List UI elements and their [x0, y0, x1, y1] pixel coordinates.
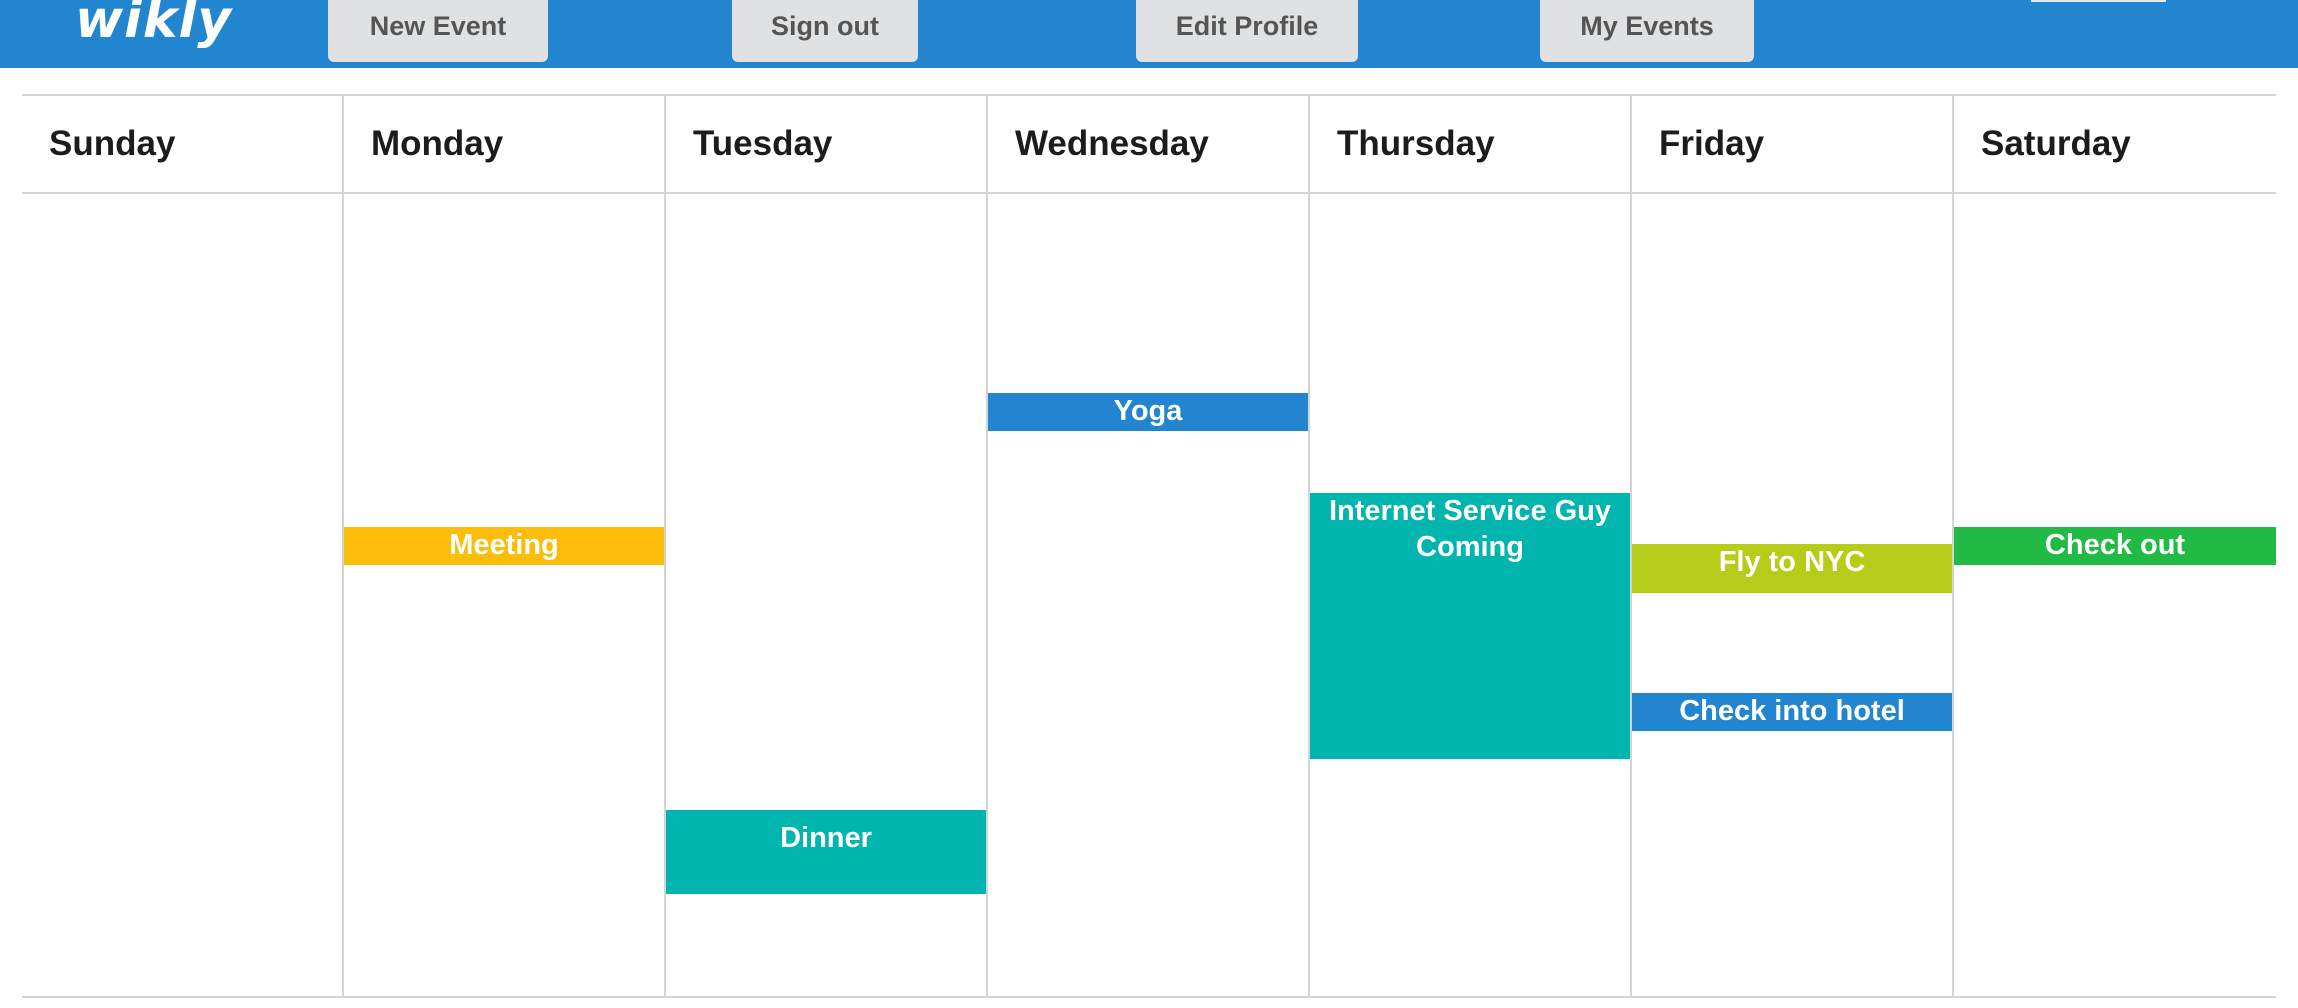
edit-profile-button[interactable]: Edit Profile: [1136, 0, 1358, 62]
day-header-friday: Friday: [1659, 124, 1765, 163]
sign-out-button[interactable]: Sign out: [732, 0, 918, 62]
day-header-sunday: Sunday: [49, 124, 176, 163]
day-header-row: Sunday Monday Tuesday Wednesday Thursday…: [22, 96, 2276, 194]
event-check-into-hotel[interactable]: Check into hotel: [1632, 693, 1952, 731]
top-nav-bar: wikly New Event Sign out Edit Profile My…: [0, 0, 2298, 68]
day-header-tuesday: Tuesday: [693, 124, 833, 163]
app-logo[interactable]: wikly: [75, 0, 232, 52]
day-header-saturday: Saturday: [1981, 124, 2131, 163]
day-header-thursday: Thursday: [1337, 124, 1495, 163]
event-dinner[interactable]: Dinner: [666, 810, 986, 894]
event-internet-service[interactable]: Internet Service Guy Coming: [1310, 493, 1630, 759]
event-check-out[interactable]: Check out: [1954, 527, 2276, 565]
nav-edge-mark: [2031, 0, 2166, 2]
column-divider: [986, 96, 988, 996]
day-header-wednesday: Wednesday: [1015, 124, 1209, 163]
my-events-button[interactable]: My Events: [1540, 0, 1754, 62]
day-header-monday: Monday: [371, 124, 504, 163]
event-meeting[interactable]: Meeting: [344, 527, 664, 565]
new-event-button[interactable]: New Event: [328, 0, 548, 62]
event-yoga[interactable]: Yoga: [988, 393, 1308, 431]
week-calendar: Sunday Monday Tuesday Wednesday Thursday…: [22, 94, 2276, 998]
event-fly-to-nyc[interactable]: Fly to NYC: [1632, 544, 1952, 593]
